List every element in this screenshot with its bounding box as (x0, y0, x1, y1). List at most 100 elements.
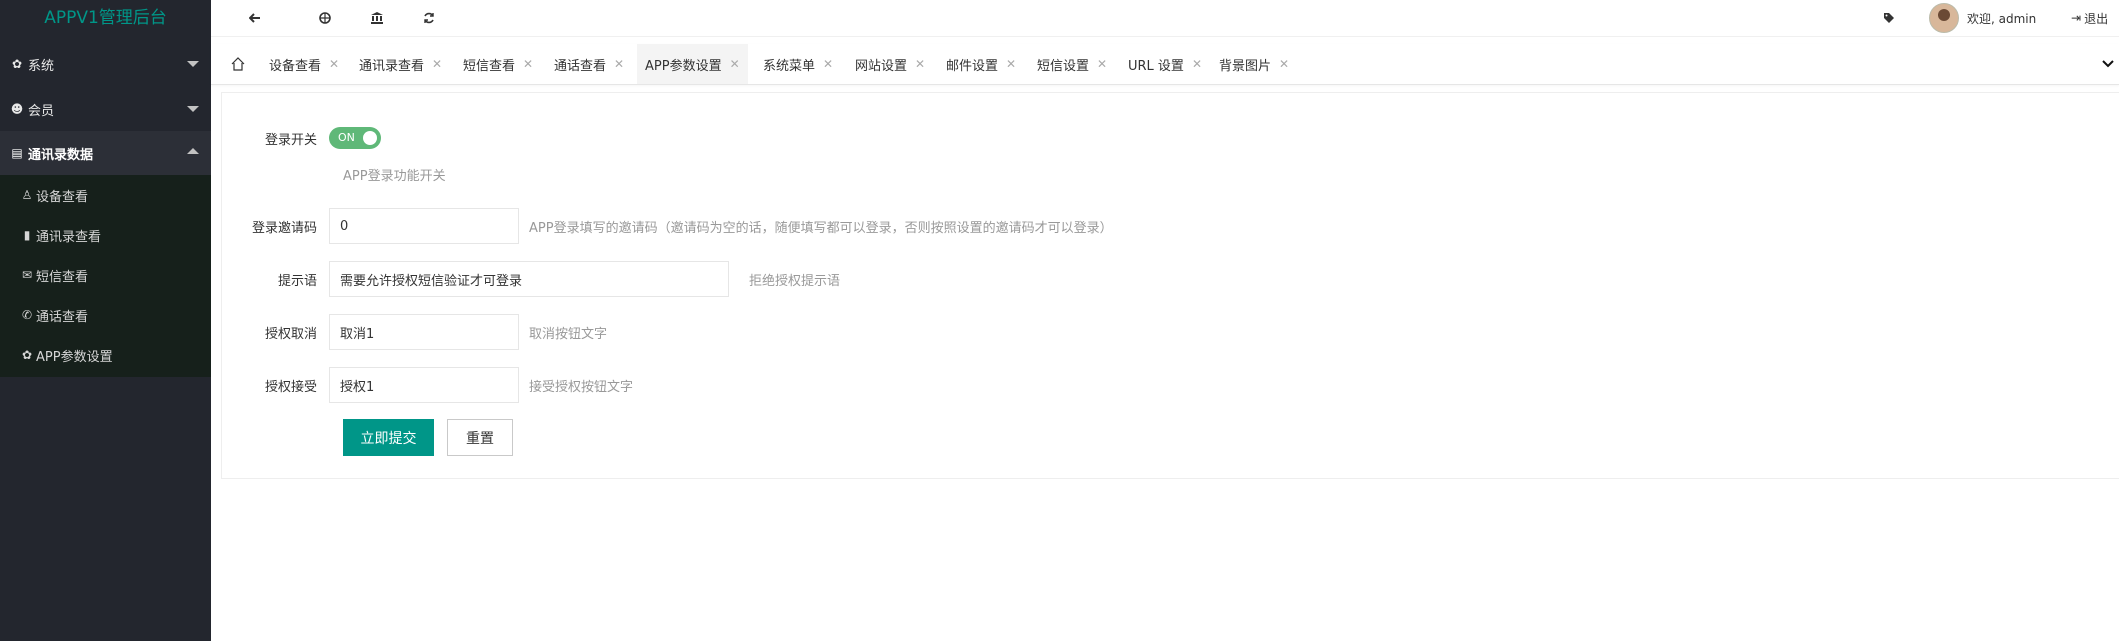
sidebar-item-label: 通讯录数据 (28, 147, 94, 163)
prompt-row: 提示语 拒绝授权提示语 (222, 261, 840, 297)
tag-icon[interactable] (1871, 0, 1907, 36)
tab-site-settings[interactable]: 网站设置 ✕ (847, 44, 933, 84)
welcome-text: 欢迎, admin (1967, 11, 2037, 26)
sidebar-subitem-label: 设备查看 (36, 189, 89, 205)
logout-button[interactable]: ⇥ 退出 (2071, 0, 2108, 36)
prompt-label: 提示语 (277, 273, 317, 289)
login-switch-hint: APP登录功能开关 (343, 169, 446, 184)
page-tabs: 设备查看 ✕ 通讯录查看 ✕ 短信查看 ✕ 通话查看 ✕ APP参数设置 ✕ 系统菜单 ✕ … (211, 44, 2119, 85)
invite-code-hint: APP登录填写的邀请码（邀请码为空的话，随便填写都可以登录，否则按照设置的邀请码… (529, 220, 1113, 236)
tab-label: 通话查看 (554, 58, 607, 74)
login-switch-toggle[interactable]: ON (329, 127, 381, 149)
chevron-down-icon (187, 106, 199, 112)
sidebar-item-label: 系统 (28, 58, 55, 74)
auth-cancel-input[interactable] (329, 314, 519, 350)
form-actions: 立即提交 重置 (343, 419, 513, 456)
tab-system-menu[interactable]: 系统菜单 ✕ (755, 44, 841, 84)
tab-label: 系统菜单 (763, 58, 816, 74)
sidebar-item-contacts-data[interactable]: ▤ 通讯录数据 (0, 131, 211, 175)
tab-label: 设备查看 (269, 58, 322, 74)
tab-sms-settings[interactable]: 短信设置 ✕ (1029, 44, 1115, 84)
tab-label: URL 设置 (1128, 58, 1184, 74)
sidebar-subitem-app-settings[interactable]: ✿ APP参数设置 (0, 335, 211, 375)
login-switch-row: 登录开关 ON (222, 127, 381, 149)
sidebar-subitem-label: 通话查看 (36, 309, 89, 325)
globe-icon[interactable] (307, 0, 343, 36)
sidebar-item-members[interactable]: ☻ 会员 (0, 87, 211, 131)
users-icon: ☻ (10, 102, 24, 116)
sidebar-subitem-label: APP参数设置 (36, 349, 113, 365)
auth-cancel-row: 授权取消 取消按钮文字 (222, 314, 607, 350)
auth-cancel-label: 授权取消 (264, 326, 317, 342)
invite-code-input[interactable] (329, 208, 519, 244)
tab-device-view[interactable]: 设备查看 ✕ (261, 44, 347, 84)
sidebar-subitem-label: 通讯录查看 (36, 229, 102, 245)
back-icon[interactable] (237, 0, 273, 36)
logout-icon: ⇥ (2071, 11, 2082, 25)
auth-accept-hint: 接受授权按钮文字 (529, 379, 634, 395)
prompt-hint: 拒绝授权提示语 (749, 273, 841, 289)
table-icon: ▤ (11, 146, 23, 160)
auth-cancel-hint: 取消按钮文字 (529, 326, 608, 342)
invite-code-row: 登录邀请码 APP登录填写的邀请码（邀请码为空的话，随便填写都可以登录，否则按照… (222, 208, 1113, 244)
close-icon[interactable]: ✕ (1192, 57, 1202, 71)
sidebar: APPV1管理后台 ✿ 系统 ☻ 会员 ▤ 通讯录数据 ♙ 设备查看 ▮ 通讯录… (0, 0, 211, 641)
top-header: 欢迎, admin ⇥ 退出 (211, 0, 2119, 37)
settings-form-panel: 登录开关 ON APP登录功能开关 登录邀请码 APP登录填写的邀请码（邀请码为… (221, 92, 2119, 479)
close-icon[interactable]: ✕ (432, 57, 442, 71)
reset-button[interactable]: 重置 (447, 419, 513, 456)
logout-label: 退出 (2084, 11, 2109, 26)
avatar (1929, 3, 1959, 33)
tab-mail-settings[interactable]: 邮件设置 ✕ (938, 44, 1024, 84)
close-icon[interactable]: ✕ (823, 57, 833, 71)
sidebar-subitem-call-view[interactable]: ✆ 通话查看 (0, 295, 211, 335)
tab-call-view[interactable]: 通话查看 ✕ (546, 44, 632, 84)
auth-accept-label: 授权接受 (264, 379, 317, 395)
app-logo-title[interactable]: APPV1管理后台 (0, 0, 211, 36)
phone-icon: ✆ (21, 308, 33, 322)
auth-accept-input[interactable] (329, 367, 519, 403)
user-menu[interactable]: 欢迎, admin (1929, 0, 2036, 36)
tab-sms-view[interactable]: 短信查看 ✕ (455, 44, 541, 84)
tab-label: 网站设置 (855, 58, 908, 74)
envelope-icon: ✉ (21, 268, 33, 282)
tab-label: APP参数设置 (645, 58, 722, 74)
close-icon[interactable]: ✕ (730, 57, 740, 71)
close-icon[interactable]: ✕ (523, 57, 533, 71)
gear-icon: ✿ (11, 57, 23, 71)
tab-app-settings[interactable]: APP参数设置 ✕ (637, 44, 748, 84)
auth-accept-row: 授权接受 接受授权按钮文字 (222, 367, 633, 403)
home-icon (231, 57, 245, 71)
close-icon[interactable]: ✕ (1279, 57, 1289, 71)
sidebar-subitem-label: 短信查看 (36, 269, 89, 285)
chevron-down-icon (187, 61, 199, 67)
switch-knob (363, 131, 377, 145)
book-icon: ▮ (23, 228, 31, 242)
tab-label: 短信查看 (463, 58, 516, 74)
close-icon[interactable]: ✕ (614, 57, 624, 71)
sidebar-subitem-sms-view[interactable]: ✉ 短信查看 (0, 255, 211, 295)
tab-label: 背景图片 (1219, 58, 1272, 74)
tab-url-settings[interactable]: URL 设置 ✕ (1120, 44, 1210, 84)
close-icon[interactable]: ✕ (329, 57, 339, 71)
chevron-down-icon[interactable] (2101, 56, 2115, 70)
tab-contacts-view[interactable]: 通讯录查看 ✕ (351, 44, 450, 84)
refresh-icon[interactable] (411, 0, 447, 36)
close-icon[interactable]: ✕ (915, 57, 925, 71)
bank-icon[interactable] (359, 0, 395, 36)
switch-state-text: ON (338, 131, 355, 144)
submit-button[interactable]: 立即提交 (343, 419, 434, 456)
sidebar-subnav: ♙ 设备查看 ▮ 通讯录查看 ✉ 短信查看 ✆ 通话查看 ✿ APP参数设置 (0, 175, 211, 377)
tab-label: 通讯录查看 (359, 58, 425, 74)
user-outline-icon: ♙ (21, 188, 33, 202)
gear-icon: ✿ (21, 348, 33, 362)
sidebar-item-system[interactable]: ✿ 系统 (0, 42, 211, 86)
sidebar-subitem-contacts-view[interactable]: ▮ 通讯录查看 (0, 215, 211, 255)
login-switch-label: 登录开关 (264, 132, 317, 148)
prompt-input[interactable] (329, 261, 729, 297)
tab-background-image[interactable]: 背景图片 ✕ (1211, 44, 1297, 84)
close-icon[interactable]: ✕ (1097, 57, 1107, 71)
close-icon[interactable]: ✕ (1006, 57, 1016, 71)
sidebar-subitem-device-view[interactable]: ♙ 设备查看 (0, 175, 211, 215)
home-tab[interactable] (227, 44, 249, 84)
